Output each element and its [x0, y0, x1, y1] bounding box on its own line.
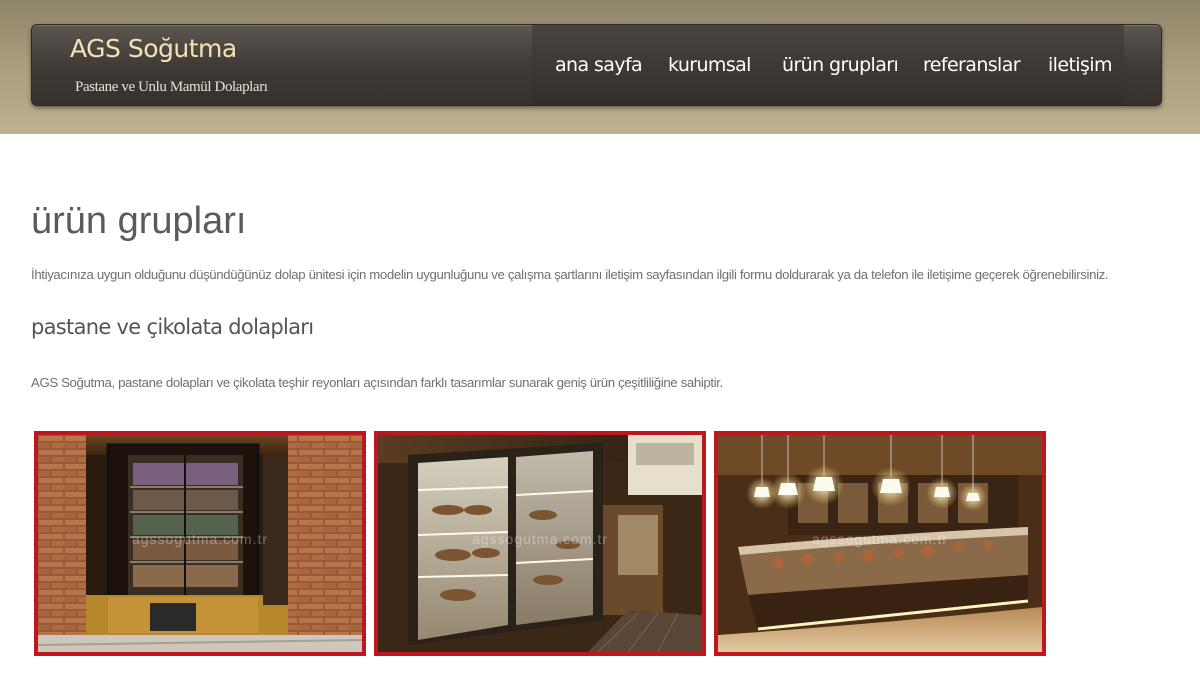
nav-item-corporate[interactable]: kurumsal — [668, 54, 751, 76]
section-heading: pastane ve çikolata dolapları — [31, 315, 314, 339]
nav-item-product-groups[interactable]: ürün grupları — [782, 54, 899, 76]
nav-item-contact[interactable]: iletişim — [1048, 54, 1112, 76]
image-watermark: agssogutma.com.tr — [471, 531, 609, 547]
site-header: AGS Soğutma Pastane ve Unlu Mamül Dolapl… — [31, 24, 1162, 106]
intro-text: İhtiyacınıza uygun olduğunu düşündüğünüz… — [31, 267, 1109, 282]
section-text: AGS Soğutma, pastane dolapları ve çikola… — [31, 375, 723, 390]
nav-item-references[interactable]: referanslar — [923, 54, 1021, 76]
gallery-photo-chocolate-cabinet[interactable]: agssogutma.com.tr — [34, 431, 366, 656]
image-watermark: agssogutma.com.tr — [131, 531, 269, 547]
brand-tagline: Pastane ve Unlu Mamül Dolapları — [75, 79, 268, 95]
image-watermark: agssogutma.com.tr — [811, 531, 949, 547]
gallery-photo-cake-display[interactable]: agssogutma.com.tr — [374, 431, 706, 656]
main-nav: ana sayfa kurumsal ürün grupları referan… — [532, 25, 1124, 105]
page-title: ürün grupları — [31, 200, 247, 242]
nav-item-home[interactable]: ana sayfa — [555, 54, 643, 76]
gallery-photo-showroom-counter[interactable]: agssogutma.com.tr — [714, 431, 1046, 656]
brand-name[interactable]: AGS Soğutma — [70, 34, 237, 63]
